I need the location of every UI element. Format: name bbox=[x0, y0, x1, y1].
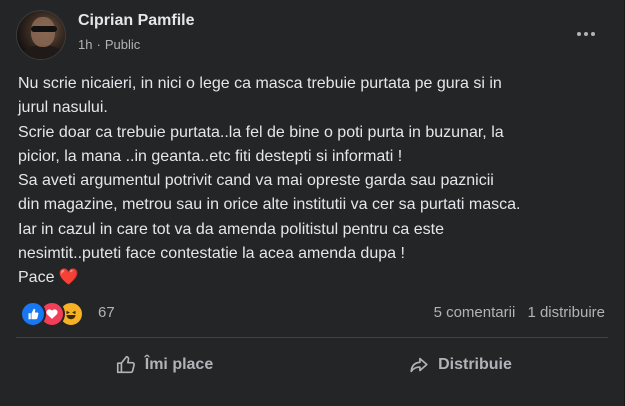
more-options-icon[interactable] bbox=[570, 18, 602, 50]
thumbs-up-icon bbox=[28, 308, 39, 320]
post-text-line: din magazine, metrou sau in orice alte i… bbox=[18, 196, 521, 214]
reactions-bar: 67 5 comentarii 1 distribuire bbox=[20, 300, 605, 327]
post-time[interactable]: 1h bbox=[78, 37, 92, 52]
author-avatar[interactable] bbox=[16, 10, 66, 60]
like-reaction-icon[interactable] bbox=[20, 301, 46, 327]
post-text-line: Sa aveti argumentul potrivit cand va mai… bbox=[18, 172, 494, 190]
share-button[interactable]: Distribuie bbox=[312, 343, 608, 387]
audience-label: Public bbox=[104, 37, 141, 52]
heart-icon bbox=[46, 309, 58, 319]
comments-count-link[interactable]: 5 comentarii bbox=[434, 304, 516, 321]
shares-count-link[interactable]: 1 distribuire bbox=[527, 304, 605, 321]
like-button-label: Îmi place bbox=[144, 356, 214, 373]
post-text-line-last: Pace ❤️ bbox=[18, 266, 608, 290]
post-body: Nu scrie nicaieri, in nici o lege ca mas… bbox=[18, 72, 608, 291]
share-button-label: Distribuie bbox=[438, 356, 512, 373]
more-dot bbox=[577, 32, 581, 36]
post-header: Ciprian Pamfile 1h · Public bbox=[16, 10, 606, 60]
post-text-line: jurul nasului. bbox=[18, 99, 108, 117]
post-card: Ciprian Pamfile 1h · Public Nu scrie nic… bbox=[0, 0, 624, 406]
like-button[interactable]: Îmi place bbox=[16, 343, 312, 387]
laughing-face-icon bbox=[66, 310, 76, 320]
author-name[interactable]: Ciprian Pamfile bbox=[78, 12, 194, 30]
post-text-line: picior, la mana ..in geanta..etc fiti de… bbox=[18, 147, 403, 165]
avatar-face bbox=[31, 17, 55, 47]
avatar-glasses bbox=[31, 26, 57, 32]
meta-separator: · bbox=[96, 37, 101, 52]
post-text-line: Nu scrie nicaieri, in nici o lege ca mas… bbox=[18, 75, 502, 92]
post-text-line: Scrie doar ca trebuie purtata..la fel de… bbox=[18, 123, 504, 141]
post-text-pace: Pace bbox=[18, 269, 55, 287]
post-text-line: nesimtit..puteti face contestatie la ace… bbox=[18, 245, 405, 263]
engagement-stats: 5 comentarii 1 distribuire bbox=[426, 304, 605, 321]
more-dot bbox=[584, 32, 588, 36]
post-actions: Îmi place Distribuie bbox=[16, 343, 608, 387]
post-meta: 1h · Public bbox=[78, 37, 140, 52]
avatar-body bbox=[21, 45, 65, 59]
post-text-line: Iar in cazul in care tot va da amenda po… bbox=[18, 220, 445, 238]
thumbs-up-outline-icon bbox=[116, 355, 135, 374]
reaction-count[interactable]: 67 bbox=[98, 304, 115, 321]
share-arrow-icon bbox=[410, 357, 428, 373]
action-divider bbox=[16, 337, 608, 338]
more-dot bbox=[591, 32, 595, 36]
heart-emoji-icon: ❤️ bbox=[58, 269, 79, 287]
